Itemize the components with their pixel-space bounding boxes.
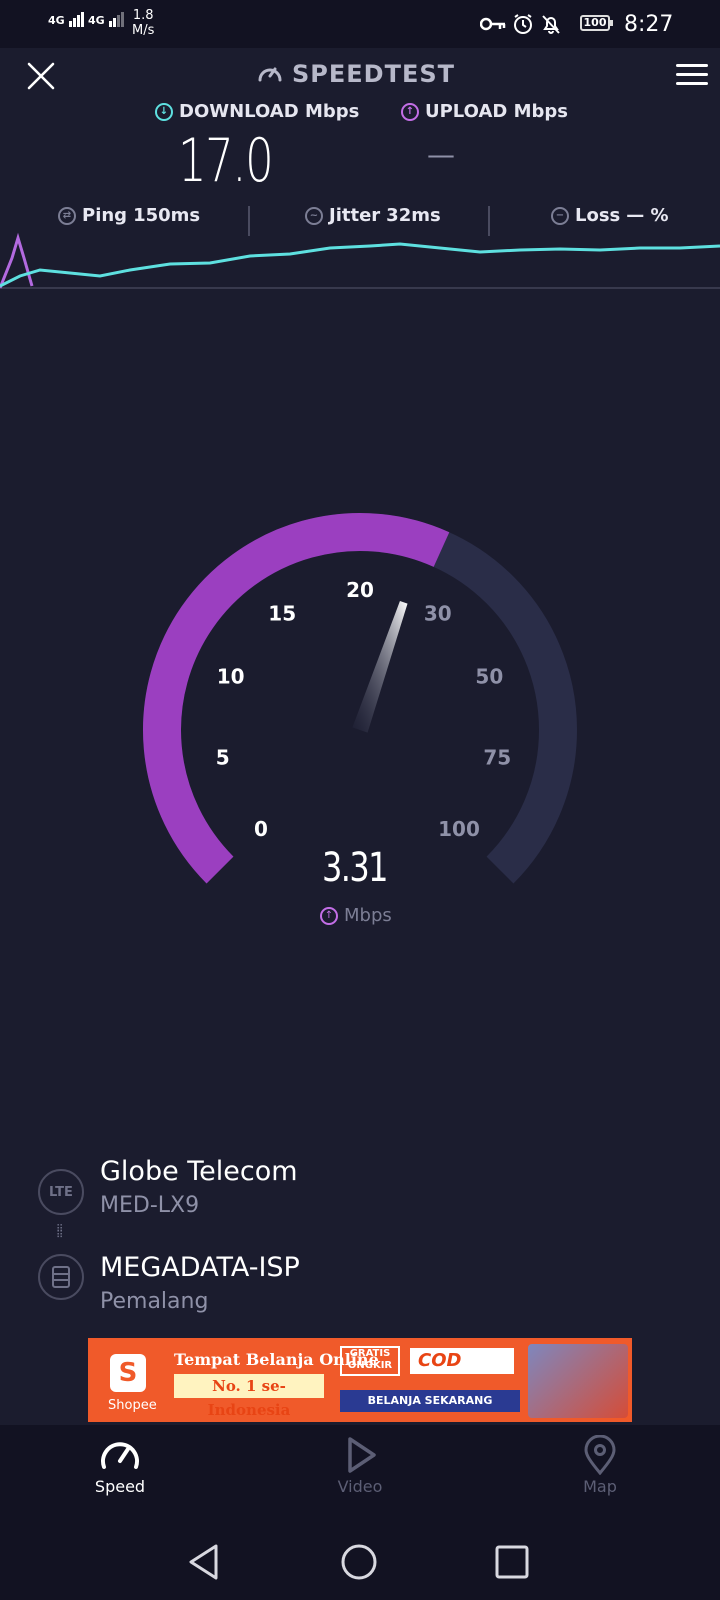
connector-dots: ⠿ ⠿ bbox=[56, 1224, 64, 1241]
speedometer-icon bbox=[101, 1442, 139, 1469]
nav-map[interactable]: Map bbox=[530, 1425, 670, 1496]
gauge-unit: ↑ Mbps bbox=[320, 905, 392, 926]
shopee-bag-icon: S bbox=[110, 1354, 146, 1392]
bottom-navigation: Speed Video Map bbox=[0, 1425, 720, 1525]
nav-video-label: Video bbox=[337, 1477, 383, 1496]
ad-brand: Shopee bbox=[108, 1398, 157, 1413]
signal2-label: 4G bbox=[88, 14, 105, 27]
ping-value: 150ms bbox=[133, 205, 201, 226]
alarm-icon bbox=[514, 14, 532, 34]
gauge-tick-label: 100 bbox=[438, 817, 480, 841]
signal1-label: 4G bbox=[48, 14, 65, 27]
nav-speed[interactable]: Speed bbox=[50, 1425, 190, 1496]
ping-label: Ping bbox=[82, 205, 128, 226]
signal-indicator-1: 4G bbox=[48, 12, 85, 27]
loss-metric: − Loss — % bbox=[551, 205, 669, 226]
recents-icon[interactable] bbox=[494, 1544, 530, 1580]
signal-indicator-2: 4G bbox=[88, 12, 125, 27]
ad-cod-badge: COD bbox=[410, 1348, 514, 1374]
gauge-progress bbox=[143, 513, 450, 884]
menu-icon-line bbox=[676, 82, 708, 85]
gauge-tick-label: 50 bbox=[475, 664, 503, 688]
back-icon[interactable] bbox=[186, 1543, 222, 1581]
download-value: 17.0 bbox=[178, 126, 274, 196]
ad-subheadline: No. 1 se-Indonesia bbox=[174, 1374, 324, 1419]
app-title: SPEEDTEST bbox=[256, 60, 455, 88]
ad-product-image bbox=[528, 1344, 628, 1418]
nav-map-label: Map bbox=[583, 1477, 617, 1496]
vpn-key-icon bbox=[480, 17, 506, 31]
server-icon bbox=[38, 1254, 84, 1300]
upload-trace bbox=[0, 232, 34, 289]
upload-value: — bbox=[427, 138, 455, 171]
throughput-graph bbox=[0, 232, 720, 289]
home-icon[interactable] bbox=[340, 1543, 378, 1581]
menu-icon-line bbox=[676, 73, 708, 76]
ad-free-shipping-badge: GRATIS ONGKIR bbox=[340, 1346, 400, 1376]
jitter-label: Jitter bbox=[329, 205, 381, 226]
gauge-tick-label: 30 bbox=[424, 602, 452, 626]
play-icon bbox=[348, 1437, 376, 1473]
upload-arrow-icon: ↑ bbox=[401, 102, 419, 121]
device-model: MED-LX9 bbox=[100, 1193, 200, 1218]
download-label: ↓ DOWNLOAD Mbps bbox=[155, 101, 359, 122]
network-speed-unit: M/s bbox=[132, 23, 155, 38]
app-title-text: SPEEDTEST bbox=[292, 60, 456, 88]
gauge-tick-label: 0 bbox=[254, 817, 268, 841]
close-icon[interactable] bbox=[26, 61, 56, 91]
ad-cta-button[interactable]: BELANJA SEKARANG bbox=[340, 1390, 520, 1412]
system-navigation-bar bbox=[0, 1525, 720, 1600]
signal-bars-icon bbox=[68, 12, 85, 27]
download-arrow-icon: ↓ bbox=[155, 102, 173, 121]
gauge-tick-label: 20 bbox=[346, 578, 374, 602]
download-trace bbox=[0, 242, 720, 288]
shopee-logo: S Shopee bbox=[96, 1344, 157, 1416]
loss-icon: − bbox=[551, 206, 569, 225]
nav-video[interactable]: Video bbox=[290, 1425, 430, 1496]
map-pin-icon bbox=[584, 1435, 616, 1475]
server-location[interactable]: Pemalang bbox=[100, 1289, 208, 1314]
jitter-metric: ~ Jitter 32ms bbox=[305, 205, 441, 226]
battery-tip bbox=[610, 20, 613, 26]
gauge-current-value: 3.31 bbox=[322, 845, 388, 891]
nav-speed-label: Speed bbox=[94, 1477, 146, 1496]
network-speed: 1.8 M/s bbox=[132, 8, 154, 38]
loss-value: — % bbox=[626, 205, 669, 226]
gauge-unit-text: Mbps bbox=[344, 905, 392, 926]
download-label-text: DOWNLOAD Mbps bbox=[179, 101, 360, 122]
ping-icon: ⇄ bbox=[58, 206, 76, 225]
gauge-tick-label: 15 bbox=[268, 602, 296, 626]
signal-bars-icon bbox=[108, 12, 125, 27]
speedometer-icon bbox=[258, 67, 282, 82]
jitter-value: 32ms bbox=[386, 205, 441, 226]
upload-label-text: UPLOAD Mbps bbox=[425, 101, 568, 122]
battery-icon: 100 bbox=[580, 15, 610, 31]
ad-banner[interactable]: S Shopee Tempat Belanja Online No. 1 se-… bbox=[88, 1338, 632, 1422]
status-bar: 4G 4G 1.8 M/s 100 8:27 bbox=[0, 0, 720, 48]
ping-metric: ⇄ Ping 150ms bbox=[58, 205, 200, 226]
gauge-tick-label: 10 bbox=[217, 664, 245, 688]
gauge-tick-label: 75 bbox=[483, 745, 511, 769]
jitter-icon: ~ bbox=[305, 206, 323, 225]
server-name[interactable]: MEGADATA-ISP bbox=[100, 1252, 300, 1283]
network-speed-value: 1.8 bbox=[132, 8, 154, 23]
loss-label: Loss bbox=[575, 205, 621, 226]
gauge-tick-label: 5 bbox=[216, 745, 230, 769]
menu-icon-line bbox=[676, 64, 708, 67]
network-type-icon: LTE bbox=[38, 1169, 84, 1215]
provider-name[interactable]: Globe Telecom bbox=[100, 1156, 298, 1187]
gauge-needle bbox=[352, 600, 408, 733]
menu-button[interactable] bbox=[676, 64, 708, 90]
upload-arrow-icon: ↑ bbox=[320, 906, 338, 925]
clock: 8:27 bbox=[624, 12, 674, 37]
upload-label: ↑ UPLOAD Mbps bbox=[401, 101, 568, 122]
notifications-off-icon bbox=[542, 15, 560, 34]
